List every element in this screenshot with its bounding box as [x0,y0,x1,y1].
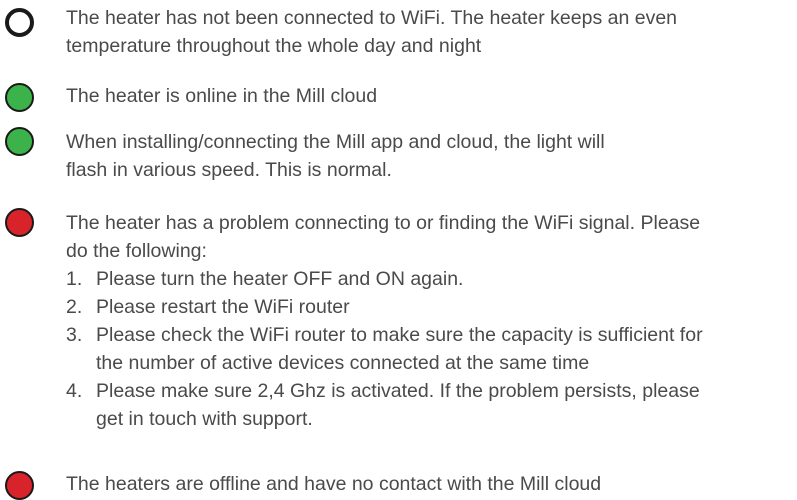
status-light-green-icon [5,127,34,156]
step-line: the number of active devices connected a… [96,352,590,374]
status-light-green-icon [5,83,34,112]
description-line: The heaters are offline and have no cont… [66,473,602,495]
status-description: When installing/connecting the Mill app … [66,128,791,184]
description-line: The heater is online in the Mill cloud [66,85,378,107]
step-number: 3. [66,324,83,346]
step-line: Please turn the heater OFF and ON again. [96,268,464,290]
step-line: get in touch with support. [96,408,313,430]
troubleshooting-steps: 1. Please turn the heater OFF and ON aga… [66,265,791,433]
status-light-off-icon [5,8,34,37]
status-description: The heater has a problem connecting to o… [66,209,791,433]
step-number: 1. [66,268,83,290]
description-line: temperature throughout the whole day and… [66,35,482,57]
status-description: The heaters are offline and have no cont… [66,470,791,498]
status-light-red-icon [5,471,34,500]
troubleshooting-step: 1. Please turn the heater OFF and ON aga… [66,265,791,293]
step-line: Please check the WiFi router to make sur… [96,324,703,346]
step-line: Please make sure 2,4 Ghz is activated. I… [96,380,700,402]
description-line: The heater has a problem connecting to o… [66,212,701,234]
status-description: The heater has not been connected to WiF… [66,4,791,60]
description-line: do the following: [66,240,207,262]
status-description: The heater is online in the Mill cloud [66,82,791,110]
step-number: 4. [66,380,83,402]
step-number: 2. [66,296,83,318]
troubleshooting-step: 3. Please check the WiFi router to make … [66,321,791,377]
troubleshooting-step: 4. Please make sure 2,4 Ghz is activated… [66,377,791,433]
description-line: The heater has not been connected to WiF… [66,7,678,29]
description-line: flash in various speed. This is normal. [66,159,392,181]
step-line: Please restart the WiFi router [96,296,350,318]
troubleshooting-step: 2. Please restart the WiFi router [66,293,791,321]
status-light-red-icon [5,208,34,237]
description-line: When installing/connecting the Mill app … [66,131,605,153]
